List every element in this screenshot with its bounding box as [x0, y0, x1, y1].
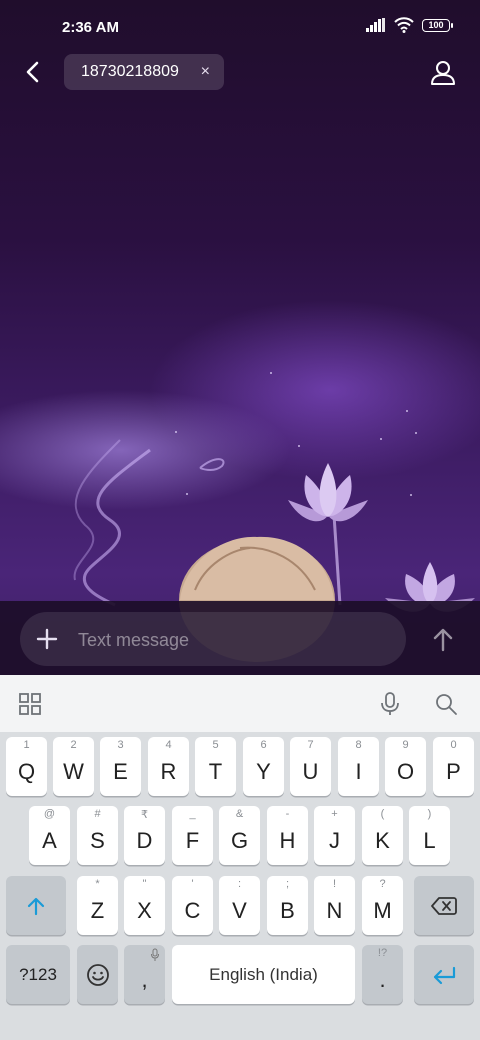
key-v[interactable]: :V: [219, 876, 260, 935]
plus-icon: [36, 628, 58, 650]
send-button[interactable]: [428, 625, 458, 655]
wallpaper-illustration: [73, 439, 475, 662]
keyboard: 1Q 2W 3E 4R 5T 6Y 7U 8I 9O 0P @ A # S ₹ D _…: [0, 675, 480, 1040]
key-l[interactable]: ) L: [409, 806, 450, 865]
battery-icon: 100: [422, 18, 453, 32]
shift-arrow-icon: [27, 897, 45, 915]
key-m[interactable]: ? M: [362, 876, 403, 935]
microphone-icon: [381, 692, 399, 715]
recipient-chip[interactable]: 18730218809 ×: [64, 54, 224, 90]
emoji-key[interactable]: [77, 945, 118, 1004]
key-k[interactable]: (K: [362, 806, 403, 865]
contact-button[interactable]: [428, 58, 458, 88]
status-time: 2:36 AM: [62, 19, 119, 36]
key-n[interactable]: ! N: [314, 876, 355, 935]
battery-level: 100: [428, 20, 444, 30]
attach-button[interactable]: [34, 626, 60, 652]
key-h[interactable]: -H: [267, 806, 308, 865]
key-t[interactable]: 5T: [195, 737, 236, 796]
key-g[interactable]: & G: [219, 806, 260, 865]
enter-arrow-icon: [433, 966, 456, 984]
conversation-background: [0, 0, 480, 675]
key-x[interactable]: " X: [124, 876, 165, 935]
search-icon: [436, 694, 457, 715]
key-w[interactable]: 2W: [53, 737, 94, 796]
smiley-icon: [86, 963, 109, 986]
recipient-number: 18730218809: [81, 63, 179, 80]
key-p[interactable]: 0P: [433, 737, 474, 796]
key-s[interactable]: # S: [77, 806, 118, 865]
keyboard-toolbar: [0, 675, 480, 732]
apps-grid-button[interactable]: [17, 691, 43, 717]
message-composer: [20, 612, 406, 666]
key-u[interactable]: 7U: [290, 737, 331, 796]
symbols-key[interactable]: ?123: [6, 945, 70, 1004]
backspace-key[interactable]: [414, 876, 474, 935]
key-y[interactable]: 6Y: [243, 737, 284, 796]
composer-bar: [0, 601, 480, 675]
key-q[interactable]: 1Q: [6, 737, 47, 796]
enter-key[interactable]: [414, 945, 474, 1004]
wifi-icon: [394, 17, 414, 33]
arrow-up-icon: [433, 628, 453, 652]
key-b[interactable]: ; B: [267, 876, 308, 935]
key-f[interactable]: _ F: [172, 806, 213, 865]
chevron-left-icon: [26, 61, 39, 83]
keyboard-search-button[interactable]: [433, 691, 459, 717]
message-input[interactable]: [76, 624, 390, 656]
key-r[interactable]: 4R: [148, 737, 189, 796]
shift-key[interactable]: [6, 876, 66, 935]
key-e[interactable]: 3E: [100, 737, 141, 796]
status-bar: 2:36 AM 100: [0, 0, 480, 54]
key-o[interactable]: 9O: [385, 737, 426, 796]
key-i[interactable]: 8I: [338, 737, 379, 796]
person-icon: [431, 61, 455, 85]
grid-icon: [19, 693, 41, 715]
key-c[interactable]: ' C: [172, 876, 213, 935]
space-key[interactable]: English (India): [172, 945, 355, 1004]
remove-recipient-button[interactable]: ×: [201, 64, 210, 80]
comma-key[interactable]: ,: [124, 945, 165, 1004]
back-button[interactable]: [18, 57, 48, 87]
key-j[interactable]: + J: [314, 806, 355, 865]
mic-hint-icon: [151, 948, 159, 961]
voice-input-button[interactable]: [377, 691, 403, 717]
period-key[interactable]: !? .: [362, 945, 403, 1004]
signal-icon: [366, 18, 385, 32]
key-a[interactable]: @ A: [29, 806, 70, 865]
backspace-icon: [431, 896, 457, 915]
key-z[interactable]: * Z: [77, 876, 118, 935]
key-d[interactable]: ₹ D: [124, 806, 165, 865]
